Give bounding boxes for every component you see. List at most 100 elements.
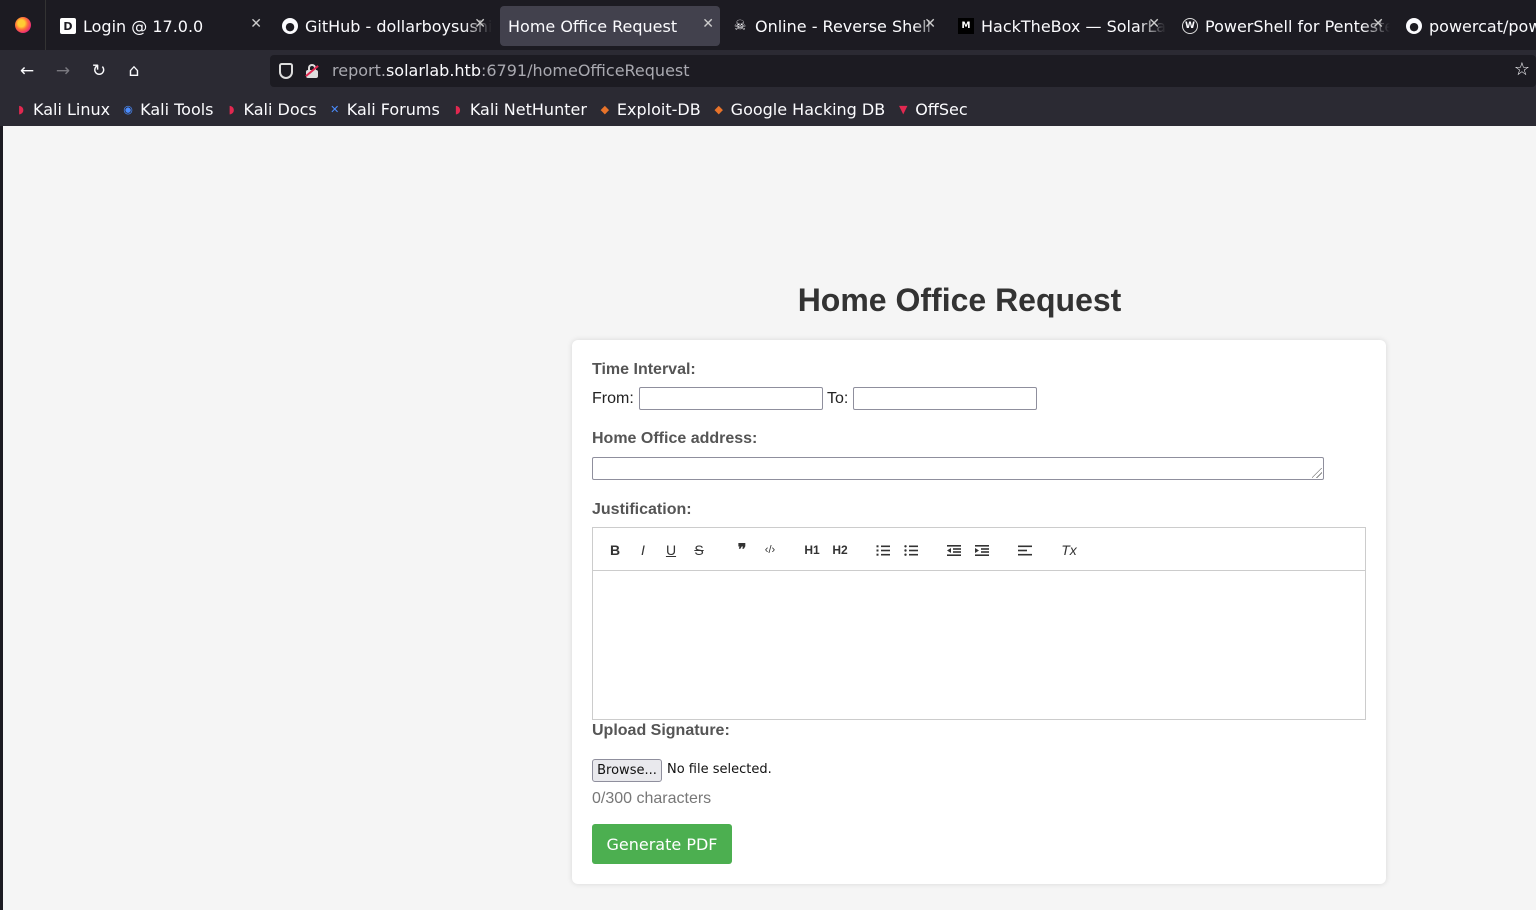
tab-home-office-request[interactable]: Home Office Request ✕ [500, 6, 720, 46]
tab-powershell[interactable]: W PowerShell for Pentesters ✕ [1176, 6, 1390, 46]
align-left-icon [1018, 545, 1032, 555]
firefox-menu[interactable] [0, 0, 46, 50]
bookmark-label: Exploit-DB [616, 99, 701, 119]
dollar-d-icon: D [60, 18, 76, 34]
bookmark-label: OffSec [915, 99, 968, 119]
shield-icon[interactable] [279, 63, 293, 79]
align-button[interactable] [1017, 540, 1033, 560]
tab-label: GitHub - dollarboysushil [305, 16, 492, 36]
bookmark-kali-linux[interactable]: ◗ Kali Linux [14, 100, 110, 119]
from-input[interactable] [639, 387, 823, 410]
url-prefix: report. [332, 61, 386, 80]
url-path: :6791/homeOfficeRequest [480, 61, 690, 80]
tab-label: Online - Reverse Shell [755, 16, 931, 36]
bookmark-kali-tools[interactable]: ◉ Kali Tools [121, 100, 213, 119]
italic-button[interactable]: I [636, 540, 650, 560]
ghdb-icon: ◆ [714, 102, 723, 116]
tab-strip: D Login @ 17.0.0 ✕ ● GitHub - dollarboys… [0, 0, 1536, 50]
request-form: Time Interval: From: To: Home Office add… [572, 340, 1386, 884]
tab-hackthebox[interactable]: M HackTheBox — SolarLab ✕ [952, 6, 1166, 46]
browse-button[interactable]: Browse... [592, 759, 662, 782]
page-title: Home Office Request [797, 282, 1122, 318]
bookmark-label: Kali Forums [346, 99, 440, 119]
address-label: Home Office address: [592, 430, 758, 447]
address-textarea[interactable] [592, 457, 1324, 480]
firefox-icon [14, 17, 31, 33]
justification-editor: B I U S ❞ ‹/› H1 H2 Tx [592, 527, 1366, 720]
indent-icon [975, 544, 989, 556]
kali-icon: ◗ [454, 102, 461, 116]
page-content: Home Office Request Time Interval: From:… [3, 126, 1536, 910]
bookmark-offsec[interactable]: ▼ OffSec [896, 99, 968, 119]
tab-label: Login @ 17.0.0 [83, 16, 204, 36]
kali-tools-icon: ◉ [123, 102, 133, 116]
github-icon: ● [1406, 18, 1422, 34]
bookmark-label: Kali Linux [33, 99, 111, 119]
to-label: To: [827, 390, 849, 407]
forward-button[interactable]: → [51, 59, 75, 83]
close-icon[interactable]: ✕ [1148, 16, 1160, 32]
tab-label: Home Office Request [508, 16, 678, 36]
file-status: No file selected. [667, 762, 772, 777]
tab-label: PowerShell for Pentesters [1205, 16, 1390, 36]
navigation-bar: ← → ↻ ⌂ report.solarlab.htb:6791/homeOff… [0, 50, 1536, 92]
ordered-list-button[interactable] [875, 540, 891, 560]
editor-toolbar: B I U S ❞ ‹/› H1 H2 Tx [593, 528, 1365, 571]
bullet-list-button[interactable] [903, 540, 919, 560]
bookmark-star-icon[interactable]: ☆ [1514, 59, 1530, 80]
tab-powercat[interactable]: ● powercat/powercat [1400, 6, 1536, 46]
close-icon[interactable]: ✕ [1372, 16, 1384, 32]
generate-pdf-button[interactable]: Generate PDF [592, 824, 732, 864]
reload-button[interactable]: ↻ [87, 59, 111, 83]
clean-format-button[interactable]: Tx [1060, 540, 1078, 560]
bookmark-kali-forums[interactable]: ✕ Kali Forums [328, 100, 440, 119]
bookmark-google-hacking-db[interactable]: ◆ Google Hacking DB [712, 99, 886, 119]
skull-icon: ☠ [733, 18, 747, 34]
strike-button[interactable]: S [692, 540, 706, 560]
resize-grip-icon[interactable] [1312, 468, 1322, 478]
close-icon[interactable]: ✕ [250, 16, 262, 32]
underline-button[interactable]: U [664, 540, 678, 560]
time-interval-label: Time Interval: [592, 361, 696, 378]
home-button[interactable]: ⌂ [122, 59, 146, 83]
tab-label: HackTheBox — SolarLab [981, 16, 1166, 36]
close-icon[interactable]: ✕ [924, 16, 936, 32]
ordered-list-icon [876, 544, 890, 556]
code-button[interactable]: ‹/› [761, 540, 779, 560]
close-icon[interactable]: ✕ [474, 16, 486, 32]
tab-reverse-shell[interactable]: ☠ Online - Reverse Shell ✕ [726, 6, 942, 46]
tab-github[interactable]: ● GitHub - dollarboysushil ✕ [276, 6, 492, 46]
url-text[interactable]: report.solarlab.htb:6791/homeOfficeReque… [332, 61, 690, 80]
back-button[interactable]: ← [15, 59, 39, 83]
tab-login[interactable]: D Login @ 17.0.0 ✕ [54, 6, 268, 46]
justification-input[interactable] [593, 572, 1365, 719]
blockquote-button[interactable]: ❞ [734, 540, 750, 560]
h1-button[interactable]: H1 [802, 540, 822, 560]
kali-forums-icon: ✕ [330, 102, 340, 116]
justification-label: Justification: [592, 501, 692, 518]
h2-button[interactable]: H2 [830, 540, 850, 560]
bookmark-kali-nethunter[interactable]: ◗ Kali NetHunter [451, 100, 587, 119]
to-input[interactable] [853, 387, 1037, 410]
bookmark-label: Google Hacking DB [730, 99, 886, 119]
close-icon[interactable]: ✕ [702, 16, 714, 32]
upload-label: Upload Signature: [592, 722, 730, 739]
bookmarks-toolbar: ◗ Kali Linux ◉ Kali Tools ◗ Kali Docs ✕ Kali… [0, 92, 1536, 126]
bullet-list-icon [904, 544, 918, 556]
exploit-db-icon: ◆ [600, 102, 610, 116]
outdent-button[interactable] [946, 540, 962, 560]
bookmark-kali-docs[interactable]: ◗ Kali Docs [225, 100, 317, 119]
kali-icon: ◗ [18, 102, 24, 116]
insecure-lock-icon[interactable] [305, 64, 319, 78]
github-icon: ● [282, 18, 298, 34]
from-label: From: [592, 390, 634, 407]
kali-icon: ◗ [228, 102, 235, 116]
bold-button[interactable]: B [608, 540, 622, 560]
character-counter: 0/300 characters [592, 790, 712, 807]
url-bar[interactable]: report.solarlab.htb:6791/homeOfficeReque… [270, 55, 1536, 87]
indent-button[interactable] [974, 540, 990, 560]
outdent-icon [947, 544, 961, 556]
bookmark-exploit-db[interactable]: ◆ Exploit-DB [598, 100, 701, 119]
offsec-icon: ▼ [898, 102, 908, 116]
bookmark-label: Kali Docs [243, 99, 317, 119]
